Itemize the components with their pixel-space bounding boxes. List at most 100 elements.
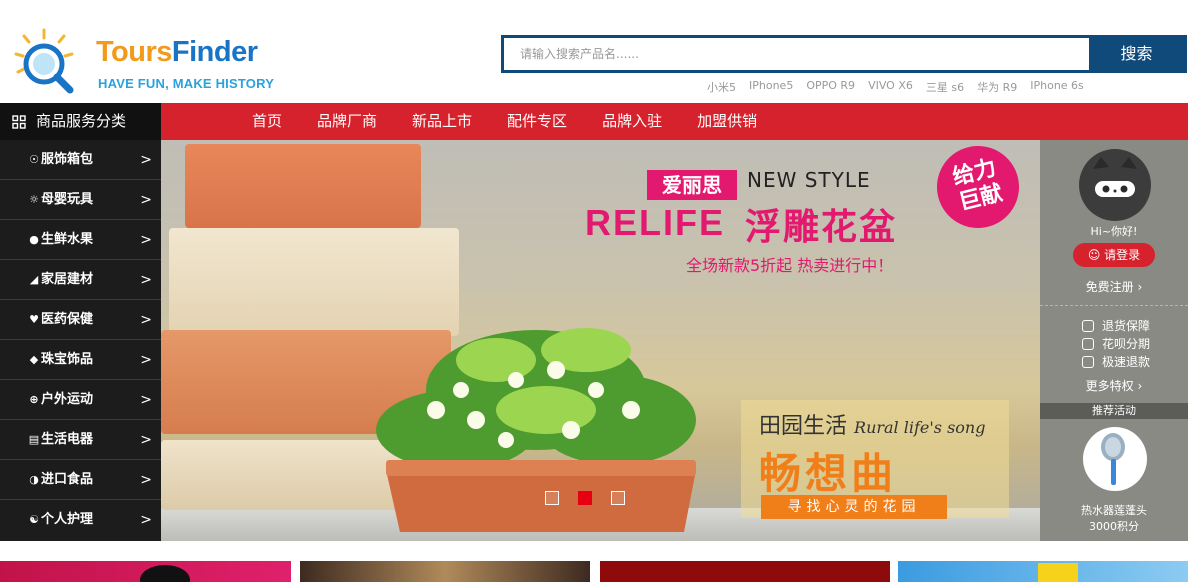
shirt-icon: ☉ — [29, 153, 39, 166]
category-menu-toggle[interactable]: 商品服务分类 — [0, 103, 161, 140]
recommend-header: 推荐活动 — [1040, 403, 1188, 419]
nav-link-home[interactable]: 首页 — [236, 103, 298, 140]
category-item-outdoor[interactable]: ⊕ 户外运动 > — [0, 380, 161, 420]
category-label: 生活电器 — [41, 432, 94, 447]
category-item-appliances[interactable]: ▤ 生活电器 > — [0, 420, 161, 460]
ball-icon: ⊕ — [29, 393, 39, 406]
chevron-right-icon: › — [1137, 379, 1143, 393]
category-item-health[interactable]: ♥ 医药保健 > — [0, 300, 161, 340]
avatar — [1079, 149, 1151, 221]
return-guarantee-icon — [1082, 320, 1094, 332]
category-item-apparel[interactable]: ☉ 服饰箱包 > — [0, 140, 161, 180]
category-label: 珠宝饰品 — [41, 352, 94, 367]
cat-face-icon — [1093, 157, 1137, 197]
refund-icon — [1082, 356, 1094, 368]
hot-keyword[interactable]: 小米5 — [707, 79, 736, 95]
perk-item[interactable]: 极速退款 — [1082, 353, 1150, 371]
heart-icon: ♥ — [29, 313, 39, 326]
chevron-right-icon: > — [140, 352, 152, 368]
hot-keyword[interactable]: IPhone5 — [749, 79, 793, 95]
chevron-right-icon: > — [140, 512, 152, 528]
magnifier-sun-icon — [14, 28, 74, 94]
category-item-baby[interactable]: ☼ 母婴玩具 > — [0, 180, 161, 220]
stroller-icon: ☼ — [29, 193, 39, 206]
garden-headline: 畅想曲 — [759, 449, 898, 498]
user-panel: Hi~你好! ☺ 请登录 免费注册 › 退货保障 花呗分期 极速退款 更多特权 … — [1040, 140, 1188, 541]
carousel-dot-active[interactable] — [578, 491, 592, 505]
appliance-icon: ▤ — [28, 433, 40, 446]
hot-keyword[interactable]: 三星 s6 — [926, 79, 964, 95]
hot-keyword[interactable]: VIVO X6 — [868, 79, 913, 95]
garden-title: 田园生活 Rural life's song — [759, 408, 985, 440]
chevron-right-icon: > — [140, 392, 152, 408]
category-label: 进口食品 — [41, 472, 94, 487]
brand-slogan: HAVE FUN, MAKE HISTORY — [98, 76, 275, 91]
nav-link-franchise[interactable]: 加盟供销 — [681, 103, 773, 140]
search-bar: 搜索 — [501, 35, 1187, 73]
category-label: 家居建材 — [41, 272, 94, 287]
chevron-right-icon: > — [140, 152, 152, 168]
perk-list: 退货保障 花呗分期 极速退款 — [1082, 317, 1150, 371]
category-item-imported-food[interactable]: ◑ 进口食品 > — [0, 460, 161, 500]
nav-link-brand-join[interactable]: 品牌入驻 — [586, 103, 678, 140]
chevron-right-icon: › — [1137, 280, 1143, 294]
recommend-item-points: 3000积分 — [1089, 520, 1139, 533]
category-item-personal-care[interactable]: ☯ 个人护理 > — [0, 500, 161, 540]
nav-link-brands[interactable]: 品牌厂商 — [301, 103, 393, 140]
greeting: Hi~你好! — [1090, 225, 1138, 238]
carousel-dot[interactable] — [545, 491, 559, 505]
promo-tile[interactable] — [300, 561, 590, 582]
hero-banner[interactable]: 爱丽思 NEW STYLE RELIFE 浮雕花盆 给力 巨献 全场新款5折起 … — [161, 140, 1040, 541]
category-label: 母婴玩具 — [41, 192, 94, 207]
register-link[interactable]: 免费注册 › — [1040, 278, 1188, 295]
category-menu-title: 商品服务分类 — [36, 112, 127, 130]
chevron-right-icon: > — [140, 312, 152, 328]
divider — [1040, 305, 1188, 306]
perk-item[interactable]: 退货保障 — [1082, 317, 1150, 335]
banner-brand-tag: 爱丽思 — [647, 170, 737, 200]
banner-new-style: NEW STYLE — [747, 168, 871, 192]
perk-label: 退货保障 — [1102, 319, 1151, 333]
login-button-label: 请登录 — [1104, 248, 1141, 262]
banner-product-title: 浮雕花盆 — [745, 207, 898, 248]
category-label: 户外运动 — [41, 392, 94, 407]
people-icon: ☯ — [29, 513, 39, 526]
hot-keyword[interactable]: OPPO R9 — [806, 79, 855, 95]
promo-tile[interactable] — [0, 561, 291, 582]
brand-name: ToursFinder — [96, 36, 258, 69]
category-label: 服饰箱包 — [41, 152, 94, 167]
login-button[interactable]: ☺ 请登录 — [1073, 243, 1155, 267]
nav-link-new-arrivals[interactable]: 新品上市 — [396, 103, 488, 140]
ruler-icon: ◢ — [29, 273, 39, 286]
category-item-fresh[interactable]: ● 生鲜水果 > — [0, 220, 161, 260]
hot-keyword[interactable]: 华为 R9 — [977, 79, 1017, 95]
search-input[interactable] — [504, 38, 1091, 70]
perk-label: 极速退款 — [1102, 355, 1151, 369]
recommend-item-name[interactable]: 热水器莲蓬头 — [1040, 502, 1188, 518]
carousel-dot[interactable] — [611, 491, 625, 505]
search-button[interactable]: 搜索 — [1089, 38, 1184, 70]
category-label: 个人护理 — [41, 512, 94, 527]
promo-tile[interactable] — [898, 561, 1188, 582]
category-item-jewelry[interactable]: ◆ 珠宝饰品 > — [0, 340, 161, 380]
nav-link-accessories[interactable]: 配件专区 — [491, 103, 583, 140]
user-icon: ☺ — [1087, 248, 1101, 262]
hot-keywords: 小米5 IPhone5 OPPO R9 VIVO X6 三星 s6 华为 R9 … — [707, 79, 1084, 95]
fruit-icon: ● — [29, 233, 39, 246]
promo-tile[interactable] — [600, 561, 890, 582]
more-perks-link[interactable]: 更多特权 › — [1040, 377, 1188, 394]
category-item-home[interactable]: ◢ 家居建材 > — [0, 260, 161, 300]
hot-keyword[interactable]: IPhone 6s — [1030, 79, 1084, 95]
category-sidebar: ☉ 服饰箱包 > ☼ 母婴玩具 > ● 生鲜水果 > ◢ 家居建材 > ♥ 医药… — [0, 140, 161, 541]
shower-head-icon — [1101, 433, 1125, 485]
carousel-indicators — [545, 491, 625, 505]
perk-item[interactable]: 花呗分期 — [1082, 335, 1150, 353]
food-icon: ◑ — [29, 473, 39, 486]
shower-head-image[interactable] — [1083, 427, 1147, 491]
chevron-right-icon: > — [140, 432, 152, 448]
page: ToursFinder HAVE FUN, MAKE HISTORY 搜索 小米… — [0, 0, 1188, 582]
banner-brand-en: RELIFE — [585, 202, 726, 243]
site-logo[interactable]: ToursFinder HAVE FUN, MAKE HISTORY — [8, 26, 278, 96]
promo-tile-decoration — [1038, 563, 1078, 582]
garden-title-en: Rural life's song — [854, 418, 986, 437]
